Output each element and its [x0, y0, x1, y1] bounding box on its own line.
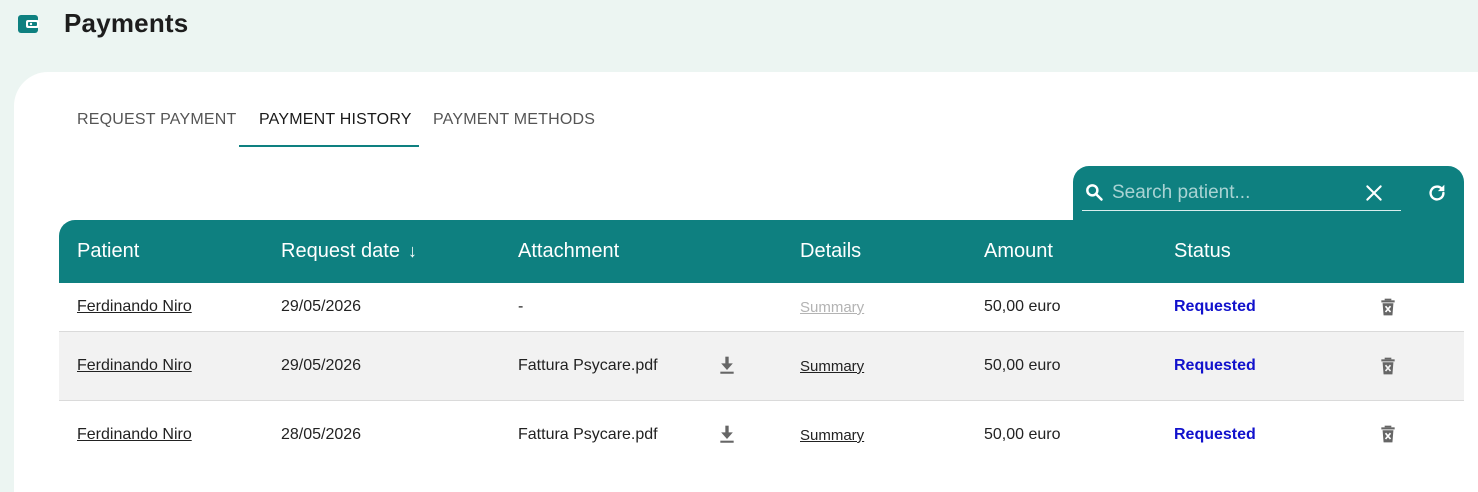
column-header-details: Details	[800, 240, 862, 262]
search-input[interactable]	[1112, 178, 1352, 208]
attachment-name: Fattura Psycare.pdf	[518, 357, 658, 374]
request-date: 29/05/2026	[281, 298, 362, 315]
table-row: Ferdinando Niro 29/05/2026 Fattura Psyca…	[59, 332, 1464, 401]
tab-payment-history[interactable]: PAYMENT HISTORY	[259, 100, 412, 148]
table-row: Ferdinando Niro 29/05/2026 - Summary 50,…	[59, 283, 1464, 332]
column-header-request-date[interactable]: Request date ↓	[281, 240, 417, 263]
delete-icon[interactable]	[1378, 296, 1398, 318]
delete-icon[interactable]	[1378, 423, 1398, 445]
column-header-attachment: Attachment	[518, 240, 620, 262]
arrow-down-icon: ↓	[407, 241, 417, 261]
wallet-icon	[18, 15, 39, 33]
attachment-name: Fattura Psycare.pdf	[518, 426, 658, 443]
tab-payment-methods[interactable]: PAYMENT METHODS	[433, 100, 595, 148]
search-icon	[1086, 184, 1103, 201]
patient-link[interactable]: Ferdinando Niro	[77, 298, 192, 316]
refresh-icon[interactable]	[1426, 182, 1448, 204]
amount: 50,00 euro	[984, 357, 1061, 374]
request-date: 28/05/2026	[281, 426, 362, 443]
status-label: Requested	[1174, 298, 1256, 315]
page-title: Payments	[64, 8, 189, 38]
active-tab-indicator	[239, 145, 419, 147]
page-header: Payments	[0, 0, 1478, 72]
patient-link[interactable]: Ferdinando Niro	[77, 426, 192, 444]
patient-link[interactable]: Ferdinando Niro	[77, 357, 192, 375]
column-header-patient[interactable]: Patient	[77, 240, 139, 263]
column-header-request-date-label: Request date	[281, 240, 400, 262]
column-header-status: Status	[1174, 240, 1231, 262]
request-date: 29/05/2026	[281, 357, 362, 374]
attachment-name: -	[518, 298, 524, 315]
amount: 50,00 euro	[984, 426, 1061, 443]
amount: 50,00 euro	[984, 298, 1061, 315]
table-row: Ferdinando Niro 28/05/2026 Fattura Psyca…	[59, 401, 1464, 467]
search-underline	[1082, 210, 1401, 211]
table-header: Patient Request date ↓ Attachment Details…	[59, 220, 1464, 283]
summary-link[interactable]: Summary	[800, 427, 864, 444]
status-label: Requested	[1174, 357, 1256, 374]
column-header-amount: Amount	[984, 240, 1053, 262]
status-label: Requested	[1174, 426, 1256, 443]
tab-request-payment[interactable]: REQUEST PAYMENT	[77, 100, 236, 148]
download-icon[interactable]	[717, 423, 737, 445]
delete-icon[interactable]	[1378, 355, 1398, 377]
summary-link: Summary	[800, 299, 865, 316]
download-icon[interactable]	[717, 354, 737, 376]
summary-link[interactable]: Summary	[800, 358, 864, 375]
close-icon[interactable]	[1364, 183, 1384, 203]
